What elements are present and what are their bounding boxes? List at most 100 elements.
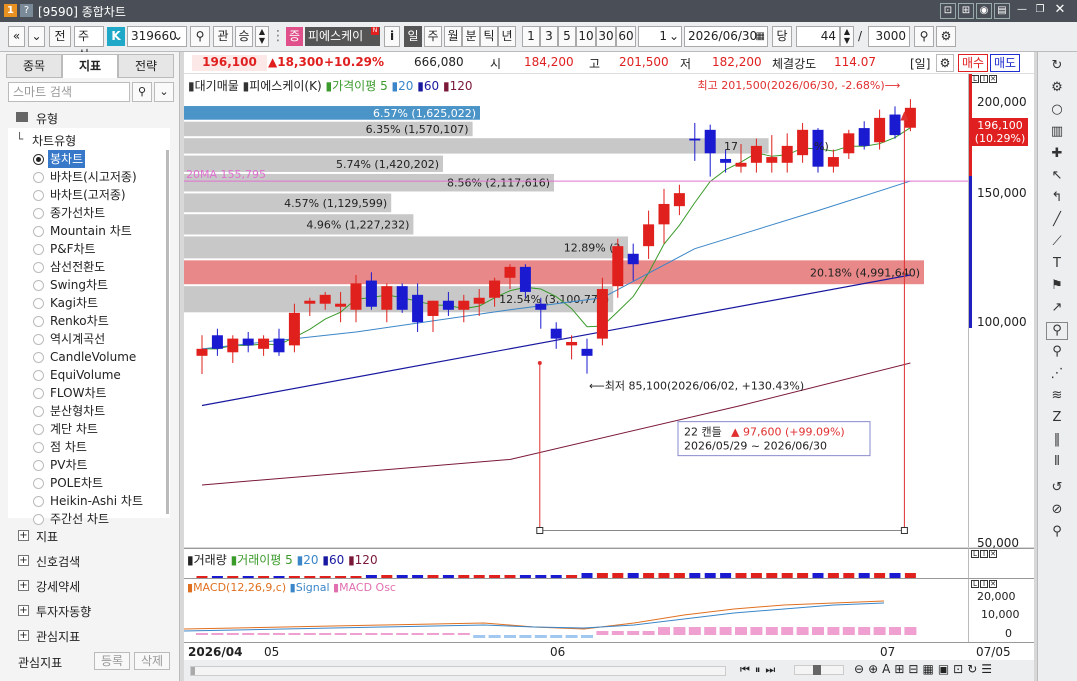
legend-ma20[interactable]: 20 bbox=[398, 79, 413, 93]
line-icon[interactable]: ╱ bbox=[1046, 212, 1068, 230]
stepper-icon[interactable]: ▲ ▼ bbox=[255, 26, 269, 47]
period-year-button[interactable]: 년 bbox=[498, 26, 516, 47]
chevron-down-icon[interactable]: ⌄ bbox=[669, 27, 679, 46]
chart-type-item[interactable]: P&F차트 bbox=[50, 240, 96, 258]
radio-icon[interactable] bbox=[33, 262, 44, 273]
k-badge[interactable]: K bbox=[107, 27, 125, 46]
radio-icon[interactable] bbox=[33, 370, 44, 381]
indicator-badge[interactable]: I bbox=[980, 75, 988, 83]
minute-10-button[interactable]: 10 bbox=[576, 26, 596, 47]
volume-ma120[interactable]: 120 bbox=[355, 553, 378, 567]
chart-type-item[interactable]: 종가선차트 bbox=[50, 204, 105, 222]
volume-ma60[interactable]: 60 bbox=[329, 553, 344, 567]
radio-icon[interactable] bbox=[33, 190, 44, 201]
indicator-badge[interactable]: I bbox=[980, 580, 988, 588]
count-select[interactable]: 1 ⌄ bbox=[638, 26, 682, 47]
radio-icon[interactable] bbox=[33, 352, 44, 363]
auto-line-icon[interactable]: ⟋ bbox=[1046, 234, 1068, 252]
chart-type-item[interactable]: 봉차트 bbox=[48, 150, 86, 168]
radio-icon[interactable] bbox=[33, 244, 44, 255]
period-minute-button[interactable]: 분 bbox=[462, 26, 480, 47]
radio-icon[interactable] bbox=[33, 316, 44, 327]
expand-icon[interactable]: + bbox=[18, 530, 29, 541]
minute-1-button[interactable]: 1 bbox=[522, 26, 540, 47]
legend-ma120[interactable]: 120 bbox=[450, 79, 473, 93]
zoom-out-icon[interactable]: ⊖ bbox=[854, 662, 868, 676]
period-week-button[interactable]: 주 bbox=[424, 26, 442, 47]
radio-icon[interactable] bbox=[33, 406, 44, 417]
bar-count-input[interactable]: 44 bbox=[796, 26, 840, 47]
chart-type-item[interactable]: Heikin-Ashi 차트 bbox=[50, 492, 143, 510]
radio-icon[interactable] bbox=[33, 334, 44, 345]
circle-icon[interactable]: ○ bbox=[1046, 102, 1068, 120]
radio-icon[interactable] bbox=[33, 496, 44, 507]
camera-icon[interactable]: ◉ bbox=[976, 3, 992, 19]
all-button[interactable]: 전 bbox=[49, 26, 71, 47]
sell-button[interactable]: 매도 bbox=[990, 54, 1020, 72]
print-icon[interactable]: ▤ bbox=[994, 3, 1010, 19]
section-item[interactable]: 지표 bbox=[36, 528, 58, 545]
chart-type-item[interactable]: 역시계곡선 bbox=[50, 330, 105, 348]
radio-icon[interactable] bbox=[33, 226, 44, 237]
current-button[interactable]: 당 bbox=[772, 26, 792, 47]
chart-type-item[interactable]: Renko차트 bbox=[50, 312, 109, 330]
zoom-in-icon[interactable]: ⊕ bbox=[868, 662, 882, 676]
period-month-button[interactable]: 월 bbox=[444, 26, 462, 47]
pause-icon[interactable]: ⏸ bbox=[755, 663, 766, 676]
stock-code-input[interactable]: 319660 ⌄ bbox=[127, 26, 187, 47]
bar-count-stepper-icon[interactable]: ▲ ▼ bbox=[840, 26, 854, 47]
rank-button[interactable]: 승 bbox=[235, 26, 253, 47]
tile-icon[interactable]: ⊡ bbox=[953, 662, 967, 676]
market-type-select[interactable]: 주식 bbox=[74, 26, 104, 62]
volume-ma5[interactable]: 거래이평 5 bbox=[237, 553, 293, 567]
radio-icon[interactable] bbox=[33, 172, 44, 183]
radio-icon[interactable] bbox=[33, 424, 44, 435]
price-chart[interactable]: 6.57% (1,625,022) 6.35% (1,570,107) 5.74% … bbox=[184, 74, 968, 547]
chart-type-item[interactable]: 점 차트 bbox=[50, 438, 87, 456]
chart-type-item[interactable]: 바차트(고저종) bbox=[50, 186, 126, 204]
smart-search-input[interactable]: 스마트 검색 bbox=[8, 82, 130, 102]
radio-icon[interactable] bbox=[33, 514, 44, 525]
bar-chart-icon[interactable]: ▥ bbox=[1046, 124, 1068, 142]
date-input[interactable]: 2026/06/30 ▦ bbox=[684, 26, 768, 47]
minute-5-button[interactable]: 5 bbox=[558, 26, 576, 47]
chart-type-item[interactable]: 계단 차트 bbox=[50, 420, 98, 438]
help-icon[interactable]: ? bbox=[20, 4, 33, 17]
price-axis[interactable]: L I ✕ 200,000 150,000 100,000 50,000 196,10… bbox=[968, 74, 1034, 550]
log-badge[interactable]: L bbox=[971, 550, 979, 558]
buy-button[interactable]: 매수 bbox=[958, 54, 988, 72]
vertical-lines-icon[interactable]: ‖ bbox=[1046, 432, 1068, 450]
radio-icon[interactable] bbox=[33, 298, 44, 309]
favorite-button[interactable]: 관 bbox=[213, 26, 233, 47]
legend-ma5[interactable]: 가격이평 5 bbox=[332, 79, 388, 93]
period-tick-button[interactable]: 틱 bbox=[480, 26, 498, 47]
calendar-icon[interactable]: ▦ bbox=[756, 27, 765, 46]
erase-icon[interactable]: ⊘ bbox=[1046, 502, 1068, 520]
radio-icon[interactable] bbox=[33, 280, 44, 291]
text-tool-icon[interactable]: T bbox=[1046, 256, 1068, 274]
legend-ma60[interactable]: 60 bbox=[424, 79, 439, 93]
minute-3-button[interactable]: 3 bbox=[540, 26, 558, 47]
radio-icon[interactable] bbox=[33, 208, 44, 219]
macd-osc[interactable]: MACD Osc bbox=[339, 581, 396, 594]
fit-icon[interactable]: ⊞ bbox=[894, 662, 908, 676]
chart-type-item[interactable]: 바차트(시고저종) bbox=[50, 168, 137, 186]
chart-type-item[interactable]: POLE차트 bbox=[50, 474, 103, 492]
chart-type-item[interactable]: Kagi차트 bbox=[50, 294, 98, 312]
zoom-slider-thumb[interactable] bbox=[813, 665, 821, 675]
subfolder-label[interactable]: 차트유형 bbox=[32, 132, 76, 149]
volume-panel[interactable]: ▮거래량 ▮거래이평 5 ▮20 ▮60 ▮120 bbox=[184, 548, 968, 578]
trend-icon[interactable]: ↗ bbox=[1046, 300, 1068, 318]
radio-icon[interactable] bbox=[33, 442, 44, 453]
section-item[interactable]: 투자자동향 bbox=[36, 603, 91, 620]
tab-strategy[interactable]: 전략 bbox=[118, 54, 174, 78]
chart-type-item[interactable]: FLOW차트 bbox=[50, 384, 107, 402]
window-icon[interactable]: ▣ bbox=[938, 662, 953, 676]
grid-icon[interactable]: ⊟ bbox=[908, 662, 922, 676]
zoom-slider[interactable] bbox=[794, 665, 844, 675]
search-icon[interactable]: ⚲ bbox=[1046, 524, 1068, 542]
undo-icon[interactable]: ↺ bbox=[1046, 480, 1068, 498]
pattern-icon[interactable]: ⚑ bbox=[1046, 278, 1068, 296]
period-day-button[interactable]: 일 bbox=[404, 26, 422, 47]
scrollbar-thumb[interactable] bbox=[191, 667, 195, 675]
